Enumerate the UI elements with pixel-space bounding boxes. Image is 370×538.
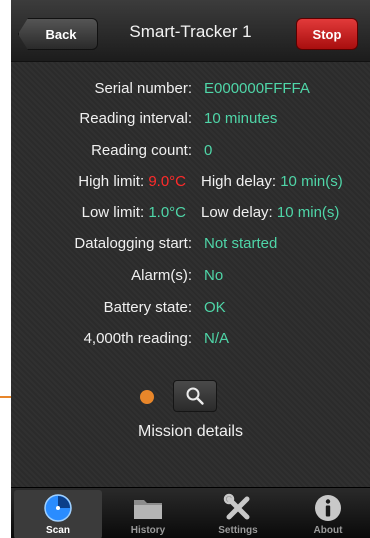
serial-number-value: E000000FFFFA	[204, 80, 310, 97]
stop-button[interactable]: Stop	[296, 18, 358, 50]
low-limit: Low limit: 1.0°C	[11, 201, 186, 225]
reading-4000-value: N/A	[204, 330, 230, 347]
battery-state-label: Battery state:	[103, 299, 192, 316]
annotation-callout-dot	[140, 390, 154, 404]
low-delay-label: Low delay:	[201, 204, 277, 221]
battery-state-value: OK	[204, 299, 226, 316]
reading-interval-label: Reading interval:	[79, 110, 192, 127]
navigation-bar: Back Smart-Tracker 1 Stop	[11, 0, 370, 62]
app-screen: Back Smart-Tracker 1 Stop Serial number:…	[11, 0, 370, 538]
low-delay-value: 10 min(s)	[276, 204, 340, 221]
reading-4000-label: 4,000th reading:	[83, 330, 192, 347]
low-delay: Low delay: 10 min(s)	[201, 201, 339, 225]
high-limit-label: High limit:	[78, 173, 149, 190]
high-limit: High limit: 9.0°C	[11, 170, 186, 194]
alarms-value: No	[204, 267, 224, 284]
high-limit-row: High limit: 9.0°C High delay: 10 min(s)	[11, 170, 370, 194]
scan-icon	[44, 494, 72, 522]
alarms-label: Alarm(s):	[131, 267, 192, 284]
datalogging-start-row: Datalogging start: Not started	[11, 232, 370, 256]
low-limit-label: Low limit:	[81, 204, 149, 221]
reading-count-value: 0	[204, 142, 213, 159]
battery-state-row: Battery state: OK	[11, 296, 370, 320]
search-icon	[186, 387, 204, 405]
datalogging-start-value: Not started	[204, 235, 278, 252]
tools-icon	[223, 493, 250, 520]
serial-number-label: Serial number:	[94, 80, 192, 97]
tab-settings-label: Settings	[218, 525, 258, 536]
reading-interval-value: 10 minutes	[204, 110, 278, 127]
tab-scan[interactable]: Scan	[14, 490, 102, 538]
high-limit-value: 9.0°C	[148, 173, 186, 190]
high-delay: High delay: 10 min(s)	[201, 170, 343, 194]
tab-history-label: History	[130, 525, 166, 536]
reading-interval-row: Reading interval: 10 minutes	[11, 107, 370, 131]
high-delay-value: 10 min(s)	[280, 173, 343, 190]
mission-details-button[interactable]	[173, 380, 217, 412]
high-delay-label: High delay:	[201, 173, 281, 190]
tab-bar: Scan History Settings About	[11, 487, 370, 538]
tab-history[interactable]: History	[104, 490, 192, 538]
mission-details-label: Mission details	[138, 423, 243, 440]
tab-about-label: About	[313, 525, 343, 536]
reading-4000-row: 4,000th reading: N/A	[11, 327, 370, 351]
low-limit-value: 1.0°C	[148, 204, 186, 221]
tab-about[interactable]: About	[284, 490, 370, 538]
low-limit-row: Low limit: 1.0°C Low delay: 10 min(s)	[11, 201, 370, 225]
reading-count-label: Reading count:	[91, 142, 192, 159]
tab-scan-label: Scan	[46, 525, 70, 536]
info-icon	[315, 495, 341, 521]
alarms-row: Alarm(s): No	[11, 264, 370, 288]
folder-icon	[134, 500, 162, 519]
serial-number-row: Serial number: E000000FFFFA	[11, 77, 370, 101]
tab-settings[interactable]: Settings	[194, 490, 282, 538]
reading-count-row: Reading count: 0	[11, 139, 370, 163]
datalogging-start-label: Datalogging start:	[74, 235, 192, 252]
